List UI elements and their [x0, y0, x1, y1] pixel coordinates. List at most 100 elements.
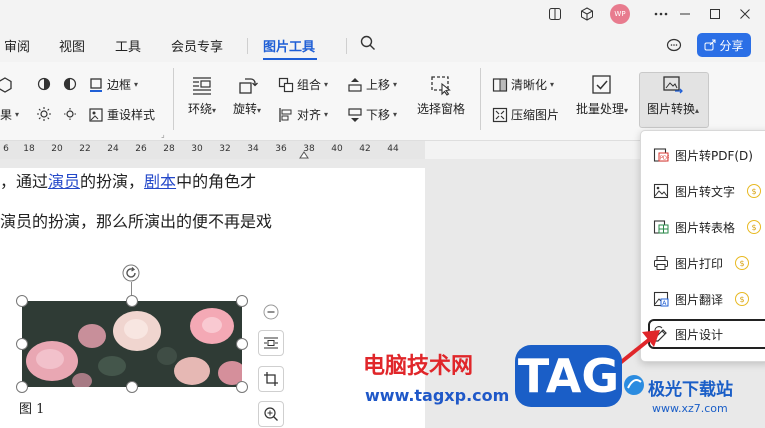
wrap-button[interactable]: 环绕▾	[184, 74, 220, 117]
crop-button[interactable]	[258, 366, 284, 392]
tab-member[interactable]: 会员专享	[171, 36, 223, 55]
divider	[480, 68, 481, 130]
avatar[interactable]: WP	[610, 4, 630, 24]
ruler-tick: 6	[3, 144, 9, 154]
svg-text:PDF: PDF	[660, 156, 669, 162]
group-button[interactable]: 组合 ▾	[278, 76, 328, 93]
document-page[interactable]: ，通过演员的扮演，剧本中的角色才 演员的扮演，那么所演出的便不再是戏 图 1	[0, 168, 425, 428]
menu-item-to-text[interactable]: 图片转文字 $	[653, 179, 762, 203]
batch-check-icon	[592, 75, 611, 94]
ruler-tick: 42	[359, 144, 371, 154]
tab-view[interactable]: 视图	[59, 36, 85, 55]
zoom-button[interactable]	[258, 401, 284, 427]
printer-icon	[654, 256, 668, 270]
batch-process-button[interactable]: 批量处理▾	[573, 74, 631, 117]
maximize-icon[interactable]	[700, 0, 730, 28]
aurora-logo-icon	[622, 372, 646, 402]
group-expand-icon[interactable]: ⌟	[161, 130, 165, 139]
group-icon	[278, 77, 294, 92]
menu-item-to-table[interactable]: 图片转表格 $	[653, 215, 762, 239]
contrast-icon[interactable]	[62, 76, 78, 96]
title-bar: WP	[0, 0, 765, 28]
ruler-tick: 24	[107, 144, 119, 154]
divider	[346, 38, 347, 54]
bring-forward-icon	[348, 77, 362, 92]
search-icon[interactable]	[360, 35, 376, 55]
divider	[173, 68, 174, 130]
watermark-text: 电脑技术网	[363, 354, 474, 379]
ruler-tick: 44	[387, 144, 399, 154]
effect-button[interactable]: 效果▾	[0, 106, 19, 123]
watermark-site2-url: www.xz7.com	[652, 402, 728, 415]
sharpen-button[interactable]: 清晰化 ▾	[492, 76, 554, 93]
layout-icon[interactable]	[540, 0, 570, 28]
brightness-up-icon[interactable]	[36, 76, 52, 96]
share-button[interactable]: 分享	[697, 33, 751, 57]
share-icon	[704, 39, 716, 51]
collapse-icon[interactable]	[263, 304, 279, 324]
menu-item-translate[interactable]: A 图片翻译 $	[653, 287, 750, 311]
wrap-layout-icon	[264, 337, 278, 349]
close-icon[interactable]	[730, 0, 760, 28]
ruler-tick: 20	[51, 144, 63, 154]
link-actor[interactable]: 演员	[48, 172, 80, 191]
paragraph-line: 演员的扮演，那么所演出的便不再是戏	[0, 212, 273, 231]
menu-item-to-pdf[interactable]: PDF 图片转PDF(D)$	[653, 143, 765, 167]
reset-style-button[interactable]: 重设样式	[88, 106, 155, 123]
ruler-tick: 34	[247, 144, 259, 154]
vip-badge-icon: $	[747, 184, 762, 198]
resize-handle[interactable]	[16, 338, 28, 350]
brightness-down-icon[interactable]	[62, 106, 78, 126]
resize-handle[interactable]	[126, 381, 138, 393]
wrap-layout-button[interactable]	[258, 330, 284, 356]
comment-icon[interactable]	[666, 37, 682, 57]
ruler-tick: 30	[191, 144, 203, 154]
tab-picture-tools[interactable]: 图片工具	[263, 36, 315, 55]
resize-handle[interactable]	[126, 295, 138, 307]
bring-forward-button[interactable]: 上移 ▾	[347, 76, 397, 93]
compress-button[interactable]: 压缩图片	[492, 106, 559, 123]
ruler-tick: 36	[275, 144, 287, 154]
ruler-tick: 18	[23, 144, 35, 154]
tab-tools[interactable]: 工具	[115, 36, 141, 55]
translate-icon: A	[653, 291, 669, 307]
reset-style-icon	[89, 107, 103, 122]
figure-caption: 图 1	[19, 402, 45, 417]
align-button[interactable]: 对齐 ▾	[278, 106, 328, 123]
selection-pane-button[interactable]: 选择窗格	[415, 74, 467, 117]
resize-handle[interactable]	[236, 381, 248, 393]
picture-convert-icon	[663, 76, 683, 94]
wrap-text-icon	[193, 77, 211, 95]
watermark-url: www.tagxp.com	[365, 386, 510, 405]
image-text-icon	[653, 183, 669, 199]
link-script[interactable]: 剧本	[144, 172, 176, 191]
minimize-icon[interactable]	[670, 0, 700, 28]
ruler-tick: 32	[219, 144, 231, 154]
pdf-icon: PDF	[653, 148, 669, 162]
rotate-button[interactable]: 旋转▾	[229, 74, 265, 117]
cube-icon[interactable]	[572, 0, 602, 28]
compress-icon	[492, 107, 508, 122]
flower-image[interactable]	[22, 301, 242, 387]
tab-review[interactable]: 审阅	[4, 36, 30, 55]
horizontal-ruler[interactable]: 6 18 20 22 24 26 28 30 32 34 36 38 40 42…	[0, 141, 425, 159]
shape-icon[interactable]	[0, 76, 14, 98]
rotate-handle-line	[131, 282, 132, 296]
table-icon	[653, 220, 669, 234]
crop-icon	[264, 372, 278, 386]
picture-convert-button[interactable]: 图片转换▴	[641, 74, 705, 117]
menu-bar: 审阅 视图 工具 会员专享 图片工具	[0, 28, 765, 62]
border-button[interactable]: 边框 ▾	[88, 76, 138, 93]
vip-badge-icon: $	[735, 292, 750, 306]
resize-handle[interactable]	[236, 338, 248, 350]
send-backward-button[interactable]: 下移 ▾	[347, 106, 397, 123]
resize-handle[interactable]	[16, 381, 28, 393]
brightness-icon[interactable]	[36, 106, 52, 126]
border-icon	[90, 77, 102, 92]
align-icon	[279, 107, 292, 122]
resize-handle[interactable]	[236, 295, 248, 307]
resize-handle[interactable]	[16, 295, 28, 307]
ruler-tick: 40	[331, 144, 343, 154]
menu-item-print[interactable]: 图片打印 $	[653, 251, 750, 275]
send-backward-icon	[348, 107, 362, 122]
